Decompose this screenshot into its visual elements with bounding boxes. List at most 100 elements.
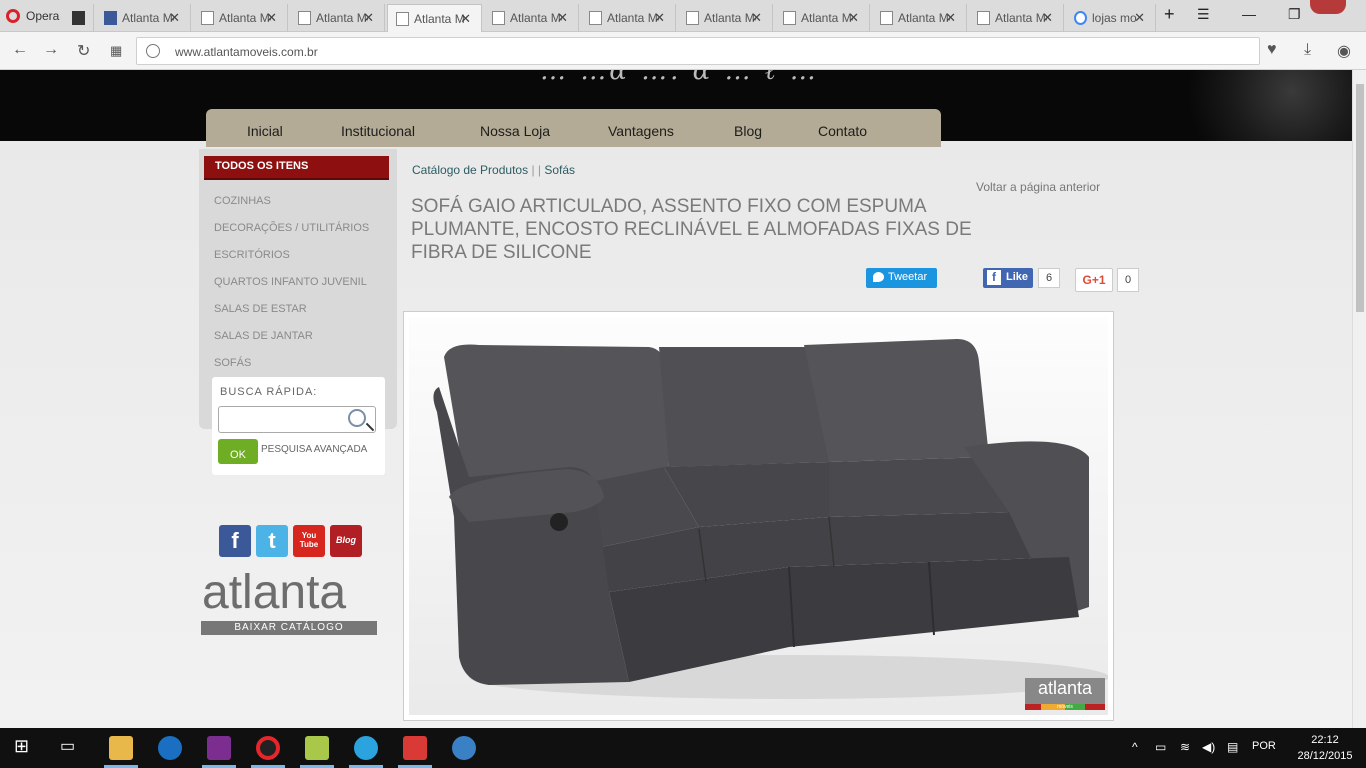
heart-icon[interactable]: ♥ (1267, 41, 1277, 59)
tweet-button[interactable]: Tweetar (866, 268, 937, 288)
tab-7[interactable]: Atlanta Mo ✕ (678, 4, 773, 32)
app-icon[interactable] (403, 736, 427, 760)
watermark-word: atlanta (1037, 678, 1093, 698)
category-escritorios[interactable]: ESCRITÓRIOS (214, 249, 290, 261)
download-catalog-button[interactable]: BAIXAR CATÁLOGO (201, 621, 377, 635)
page-icon (396, 11, 409, 26)
breadcrumb: Catálogo de Produtos | | Sofás (412, 163, 575, 177)
windows-taskbar: ⊞ ▭ ^ ▭ ≋ ◀) ▤ POR 22:12 28/12/2015 (0, 728, 1366, 768)
battery-icon[interactable]: ▭ (1155, 740, 1166, 754)
wifi-icon[interactable]: ≋ (1180, 740, 1190, 754)
category-cozinhas[interactable]: COZINHAS (214, 195, 271, 207)
page-icon (783, 11, 796, 25)
speed-dial-icon[interactable]: ▦ (110, 43, 122, 59)
close-icon[interactable]: ✕ (654, 10, 665, 26)
nav-institucional[interactable]: Institucional (341, 123, 415, 139)
browser-icon[interactable] (452, 736, 476, 760)
back-link[interactable]: Voltar a página anterior (976, 180, 1100, 194)
nav-nossa-loja[interactable]: Nossa Loja (480, 123, 550, 139)
breadcrumb-category[interactable]: Sofás (544, 163, 575, 177)
sofa-illustration (433, 339, 1109, 699)
all-items-link[interactable]: TODOS OS ITENS (204, 156, 389, 180)
close-icon[interactable]: ✕ (557, 10, 568, 26)
close-icon[interactable]: ✕ (169, 10, 180, 26)
nav-inicial[interactable]: Inicial (247, 123, 283, 139)
close-icon[interactable]: ✕ (945, 10, 956, 26)
atlanta-logo[interactable]: atlanta BAIXAR CATÁLOGO (200, 565, 378, 655)
site-info-icon[interactable] (146, 44, 160, 58)
restore-icon[interactable]: ❐ (1288, 6, 1301, 23)
notification-icon[interactable]: ▤ (1227, 740, 1238, 754)
twitter-icon[interactable]: t (256, 525, 288, 557)
category-salas-jantar[interactable]: SALAS DE JANTAR (214, 330, 313, 342)
tab-10[interactable]: Atlanta Mo ✕ (969, 4, 1064, 32)
tab-6[interactable]: Atlanta Mo ✕ (581, 4, 676, 32)
close-icon[interactable]: ✕ (363, 10, 374, 26)
minimize-icon[interactable]: — (1242, 6, 1256, 22)
vertical-scrollbar[interactable] (1352, 70, 1366, 728)
sticky-notes-icon[interactable] (305, 736, 329, 760)
clock[interactable]: 22:12 28/12/2015 (1290, 732, 1360, 764)
category-decoracoes[interactable]: DECORAÇÕES / UTILITÁRIOS (214, 222, 369, 234)
tab-8[interactable]: Atlanta Mo ✕ (775, 4, 870, 32)
facebook-icon[interactable]: f (219, 525, 251, 557)
close-icon[interactable]: ✕ (460, 11, 471, 27)
back-icon[interactable]: ← (12, 41, 28, 59)
tab-9[interactable]: Atlanta Mo ✕ (872, 4, 967, 32)
opera-taskbar-icon[interactable] (256, 736, 280, 760)
onenote-icon[interactable] (207, 736, 231, 760)
telegram-icon[interactable] (354, 736, 378, 760)
profile-icon[interactable] (1310, 0, 1346, 14)
tab-11[interactable]: lojas mo ✕ (1066, 4, 1156, 32)
reload-icon[interactable]: ↻ (77, 41, 90, 61)
tab-4-active[interactable]: Atlanta M ✕ (387, 4, 482, 32)
language-indicator[interactable]: POR (1252, 740, 1276, 752)
nav-blog[interactable]: Blog (734, 123, 762, 139)
scrollbar-thumb[interactable] (1356, 84, 1364, 312)
download-icon[interactable]: ⤓ (1304, 41, 1311, 59)
tab-menu-icon[interactable]: ☰ (1197, 6, 1210, 23)
forward-icon[interactable]: → (43, 41, 59, 59)
youtube-icon[interactable]: You Tube (293, 525, 325, 557)
user-icon[interactable]: ◉ (1337, 41, 1351, 61)
breadcrumb-catalog[interactable]: Catálogo de Produtos (412, 163, 528, 177)
tab-1[interactable]: Atlanta Mo ✕ (96, 4, 191, 32)
task-view-icon[interactable]: ▭ (60, 736, 84, 760)
quick-search-label: BUSCA RÁPIDA: (220, 386, 318, 398)
twitter-bird-icon (873, 272, 884, 282)
opera-menu-button[interactable]: Opera (0, 0, 60, 32)
product-image[interactable]: atlanta móveis (409, 317, 1109, 715)
tab-2[interactable]: Atlanta Mo ✕ (193, 4, 288, 32)
nav-vantagens[interactable]: Vantagens (608, 123, 674, 139)
close-icon[interactable]: ✕ (266, 10, 277, 26)
file-explorer-icon[interactable] (109, 736, 133, 760)
watermark-stripe: móveis (1025, 704, 1105, 710)
category-quartos[interactable]: QUARTOS INFANTO JUVENIL (214, 276, 367, 288)
close-icon[interactable]: ✕ (751, 10, 762, 26)
gplus-count: 0 (1117, 268, 1139, 292)
tab-pinned[interactable] (64, 4, 94, 32)
category-salas-estar[interactable]: SALAS DE ESTAR (214, 303, 307, 315)
google-icon (1074, 11, 1087, 25)
new-tab-button[interactable]: + (1164, 4, 1175, 25)
volume-icon[interactable]: ◀) (1202, 740, 1215, 754)
nav-contato[interactable]: Contato (818, 123, 867, 139)
windows-start-icon[interactable]: ⊞ (14, 736, 38, 760)
close-icon[interactable]: ✕ (1042, 10, 1053, 26)
close-icon[interactable]: ✕ (1134, 10, 1145, 26)
category-sofas[interactable]: SOFÁS (214, 357, 251, 369)
ok-button[interactable]: OK (218, 439, 258, 464)
tab-3[interactable]: Atlanta Mo ✕ (290, 4, 385, 32)
onedrive-icon[interactable] (158, 736, 182, 760)
tab-title: Atlanta Mo (219, 11, 271, 25)
url-field[interactable]: www.atlantamoveis.com.br (136, 37, 1260, 65)
advanced-search-link[interactable]: PESQUISA AVANÇADA (261, 444, 367, 455)
search-icon[interactable] (348, 409, 366, 427)
chevron-up-icon[interactable]: ^ (1132, 740, 1138, 754)
blog-icon[interactable]: Blog (330, 525, 362, 557)
facebook-like-button[interactable]: f Like (983, 268, 1033, 288)
google-plus-button[interactable]: G+1 (1075, 268, 1113, 292)
tab-5[interactable]: Atlanta Mo ✕ (484, 4, 579, 32)
like-label: Like (1006, 271, 1029, 283)
close-icon[interactable]: ✕ (848, 10, 859, 26)
